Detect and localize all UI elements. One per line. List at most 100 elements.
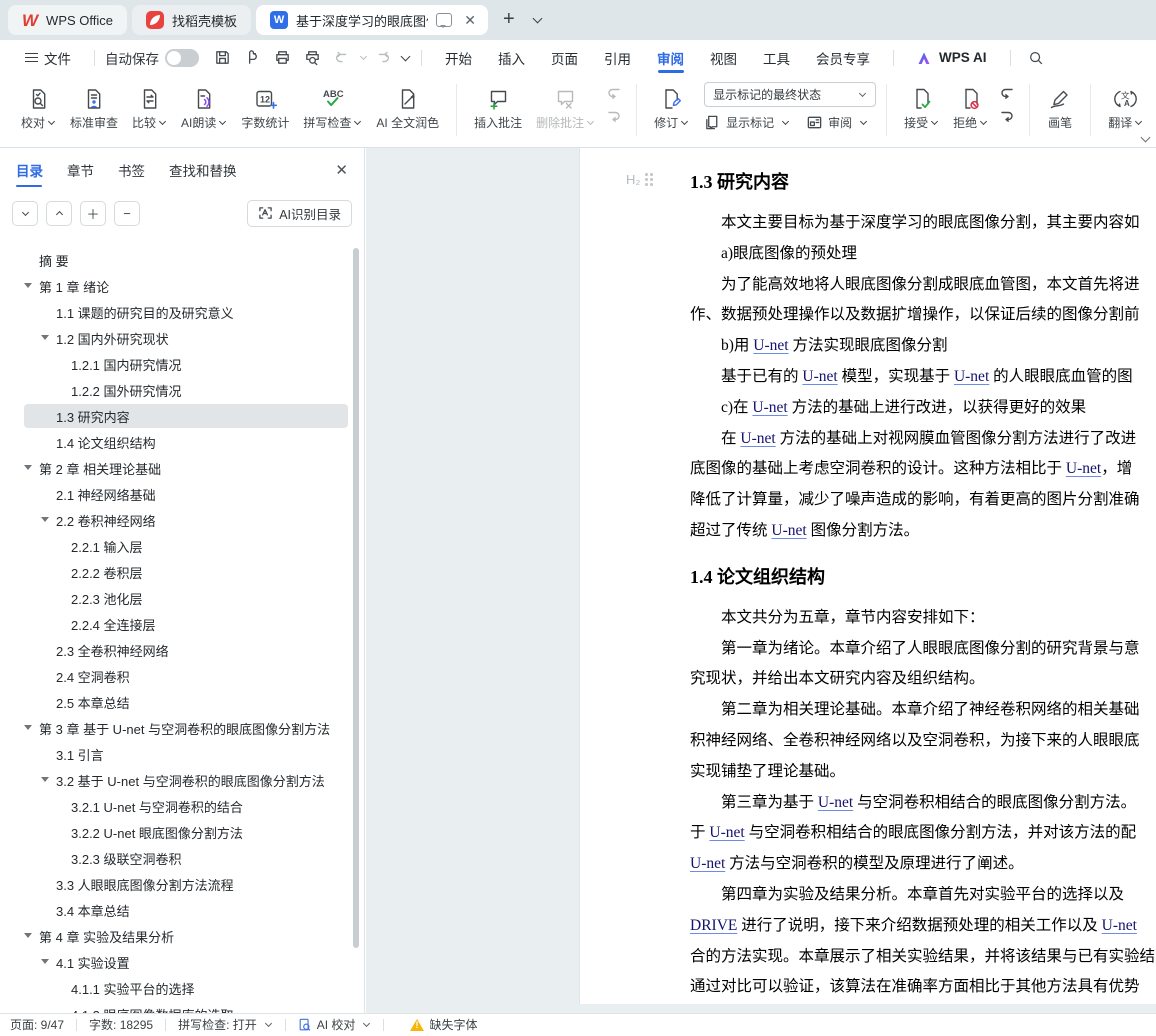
doc-text-line[interactable]: 作、数据预处理操作以及数据扩增操作，以保证后续的图像分割前 (690, 300, 1156, 331)
autosave-toggle[interactable] (165, 48, 199, 67)
menu-item-page[interactable]: 页面 (538, 40, 591, 75)
print-preview-button[interactable] (297, 45, 327, 71)
brush-button[interactable]: 画笔 (1040, 82, 1080, 133)
toc-item[interactable]: 1.2.1 国内研究情况 (0, 351, 364, 377)
insert-comment-button[interactable]: 插入批注 (467, 82, 529, 133)
doc-text-line[interactable]: 降低了计算量，减少了噪声造成的影响，有着更高的图片分割准确 (690, 485, 1156, 516)
toc-item[interactable]: 第 4 章 实验及结果分析 (0, 923, 364, 949)
spellcheck-status[interactable]: 拼写检查: 打开 (166, 1014, 285, 1036)
translate-button[interactable]: 文A 翻译 (1101, 82, 1150, 133)
toc-item[interactable]: 4.1.2 眼底图像数据库的选取 (0, 1001, 364, 1014)
doc-heading[interactable]: 1.3 研究内容 (690, 168, 1156, 194)
expand-arrow-icon[interactable] (24, 933, 32, 938)
word-count-indicator[interactable]: 字数: 18295 (77, 1014, 165, 1036)
spell-check-button[interactable]: ABC 拼写检查 (296, 82, 369, 133)
show-markup-button[interactable]: 显示标记 (704, 114, 790, 131)
previous-revision-button[interactable] (997, 86, 1017, 102)
expand-arrow-icon[interactable] (24, 725, 32, 730)
accept-revision-button[interactable]: 接受 (897, 82, 946, 133)
sidebar-tab-find-replace[interactable]: 查找和替换 (169, 148, 237, 192)
ai-recognize-toc-button[interactable]: AI识别目录 (247, 199, 352, 227)
save-button[interactable] (207, 45, 237, 71)
menu-item-view[interactable]: 视图 (697, 40, 750, 75)
toc-item[interactable]: 3.3 人眼眼底图像分割方法流程 (0, 871, 364, 897)
doc-text-line[interactable]: 超过了传统 U-net 图像分割方法。 (690, 516, 1156, 547)
review-pane-button[interactable]: 审阅 (806, 114, 868, 131)
missing-font-warning[interactable]: 缺失字体 (398, 1014, 489, 1036)
toc-item[interactable]: 2.2 卷积神经网络 (0, 507, 364, 533)
doc-text-line[interactable]: 合的方法实现。本章展示了相关实验结果，并将该结果与已有实验结 (690, 942, 1156, 973)
toc-item[interactable]: 2.4 空洞卷积 (0, 663, 364, 689)
menu-item-member[interactable]: 会员专享 (803, 40, 883, 75)
doc-text-line[interactable]: 为了能高效地将人眼底图像分割成眼底血管图，本文首先将进 (690, 270, 1156, 301)
doc-text-line[interactable]: 在 U-net 方法的基础上对视网膜血管图像分割方法进行了改进 (690, 424, 1156, 455)
ai-polish-button[interactable]: AI 全文润色 (369, 82, 446, 133)
toc-item[interactable]: 4.1.1 实验平台的选择 (0, 975, 364, 1001)
markup-state-select[interactable]: 显示标记的最终状态 (704, 82, 877, 107)
new-tab-button[interactable]: + (493, 8, 525, 33)
toc-item[interactable]: 1.2.2 国外研究情况 (0, 377, 364, 403)
menu-item-reference[interactable]: 引用 (591, 40, 644, 75)
toc-item[interactable]: 2.2.4 全连接层 (0, 611, 364, 637)
sidebar-tab-contents[interactable]: 目录 (16, 148, 43, 192)
doc-text-line[interactable]: 第四章为实验及结果分析。本章首先对实验平台的选择以及 (690, 880, 1156, 911)
quick-access-chevron-icon[interactable] (400, 51, 411, 61)
doc-text-line[interactable]: 第三章为基于 U-net 与空洞卷积相结合的眼底图像分割方法。 (690, 788, 1156, 819)
close-tab-icon[interactable]: ✕ (460, 12, 480, 29)
file-menu[interactable]: 文件 (12, 40, 84, 75)
redo-button[interactable] (368, 45, 398, 71)
standard-review-button[interactable]: 标准审查 (63, 82, 125, 133)
doc-text-line[interactable]: U-net 方法与空洞卷积的模型及原理进行了阐述。 (690, 849, 1156, 880)
toc-item[interactable]: 第 2 章 相关理论基础 (0, 455, 364, 481)
doc-text-line[interactable]: 底图像的基础上考虑空洞卷积的设计。这种方法相比于 U-net，增 (690, 454, 1156, 485)
toc-item[interactable]: 2.2.2 卷积层 (0, 559, 364, 585)
doc-heading[interactable]: 1.4 论文组织结构 (690, 563, 1156, 589)
heading-level-marker[interactable]: H₂ (626, 172, 653, 187)
toc-item[interactable]: 2.2.3 池化层 (0, 585, 364, 611)
print-button[interactable] (267, 45, 297, 71)
toc-item[interactable]: 1.1 课题的研究目的及研究意义 (0, 299, 364, 325)
compare-button[interactable]: 比较 (125, 82, 174, 133)
sidebar-tab-bookmarks[interactable]: 书签 (118, 148, 145, 192)
toc-item[interactable]: 1.2 国内外研究现状 (0, 325, 364, 351)
toc-item[interactable]: 2.1 神经网络基础 (0, 481, 364, 507)
toc-item[interactable]: 3.2.3 级联空洞卷积 (0, 845, 364, 871)
toc-item[interactable]: 2.2.1 输入层 (0, 533, 364, 559)
expand-arrow-icon[interactable] (41, 517, 49, 522)
toc-item[interactable]: 4.1 实验设置 (0, 949, 364, 975)
doc-text-line[interactable]: 本文主要目标为基于深度学习的眼底图像分割，其主要内容如 (690, 208, 1156, 239)
page-indicator[interactable]: 页面: 9/47 (10, 1014, 76, 1036)
tab-list-chevron-icon[interactable] (532, 13, 543, 24)
collapse-level-button[interactable]: − (114, 200, 140, 226)
toc-item[interactable]: 3.2.1 U-net 与空洞卷积的结合 (0, 793, 364, 819)
reject-revision-button[interactable]: 拒绝 (946, 82, 995, 133)
export-pdf-button[interactable] (237, 45, 267, 71)
doc-text-line[interactable]: DRIVE 进行了说明，接下来介绍数据预处理的相关工作以及 U-net (690, 911, 1156, 942)
doc-text-line[interactable]: 积神经网络、全卷积神经网络以及空洞卷积，为接下来的人眼眼底 (690, 726, 1156, 757)
proofread-button[interactable]: 校对 (14, 82, 63, 133)
tab-docer[interactable]: 找稻壳模板 (132, 5, 252, 35)
toc-item[interactable]: 2.3 全卷积神经网络 (0, 637, 364, 663)
toc-item[interactable]: 1.4 论文组织结构 (0, 429, 364, 455)
toc-item[interactable]: 第 3 章 基于 U-net 与空洞卷积的眼底图像分割方法 (0, 715, 364, 741)
expand-all-button[interactable] (46, 200, 72, 226)
sidebar-tab-chapters[interactable]: 章节 (67, 148, 94, 192)
toc-item[interactable]: 3.1 引言 (0, 741, 364, 767)
expand-arrow-icon[interactable] (41, 959, 49, 964)
sidebar-close-icon[interactable]: ✕ (335, 161, 348, 179)
toc-item[interactable]: 3.4 本章总结 (0, 897, 364, 923)
doc-text-line[interactable]: c)在 U-net 方法的基础上进行改进，以获得更好的效果 (690, 393, 1156, 424)
doc-text-line[interactable]: a)眼底图像的预处理 (690, 239, 1156, 270)
search-icon[interactable] (1021, 45, 1051, 71)
doc-content[interactable]: 1.3 研究内容本文主要目标为基于深度学习的眼底图像分割，其主要内容如 a)眼底图… (690, 148, 1156, 1003)
menu-item-review[interactable]: 审阅 (644, 40, 697, 75)
menu-item-tools[interactable]: 工具 (750, 40, 803, 75)
doc-text-line[interactable]: 本文共分为五章，章节内容安排如下： (690, 603, 1156, 634)
expand-level-button[interactable]: ＋ (80, 200, 106, 226)
word-count-button[interactable]: 12 字数统计 (234, 82, 296, 133)
ai-read-aloud-button[interactable]: AI朗读 (174, 82, 234, 133)
expand-arrow-icon[interactable] (41, 335, 49, 340)
ai-proofread-status[interactable]: AI 校对 (286, 1014, 384, 1036)
expand-arrow-icon[interactable] (24, 283, 32, 288)
undo-button[interactable] (327, 45, 357, 71)
